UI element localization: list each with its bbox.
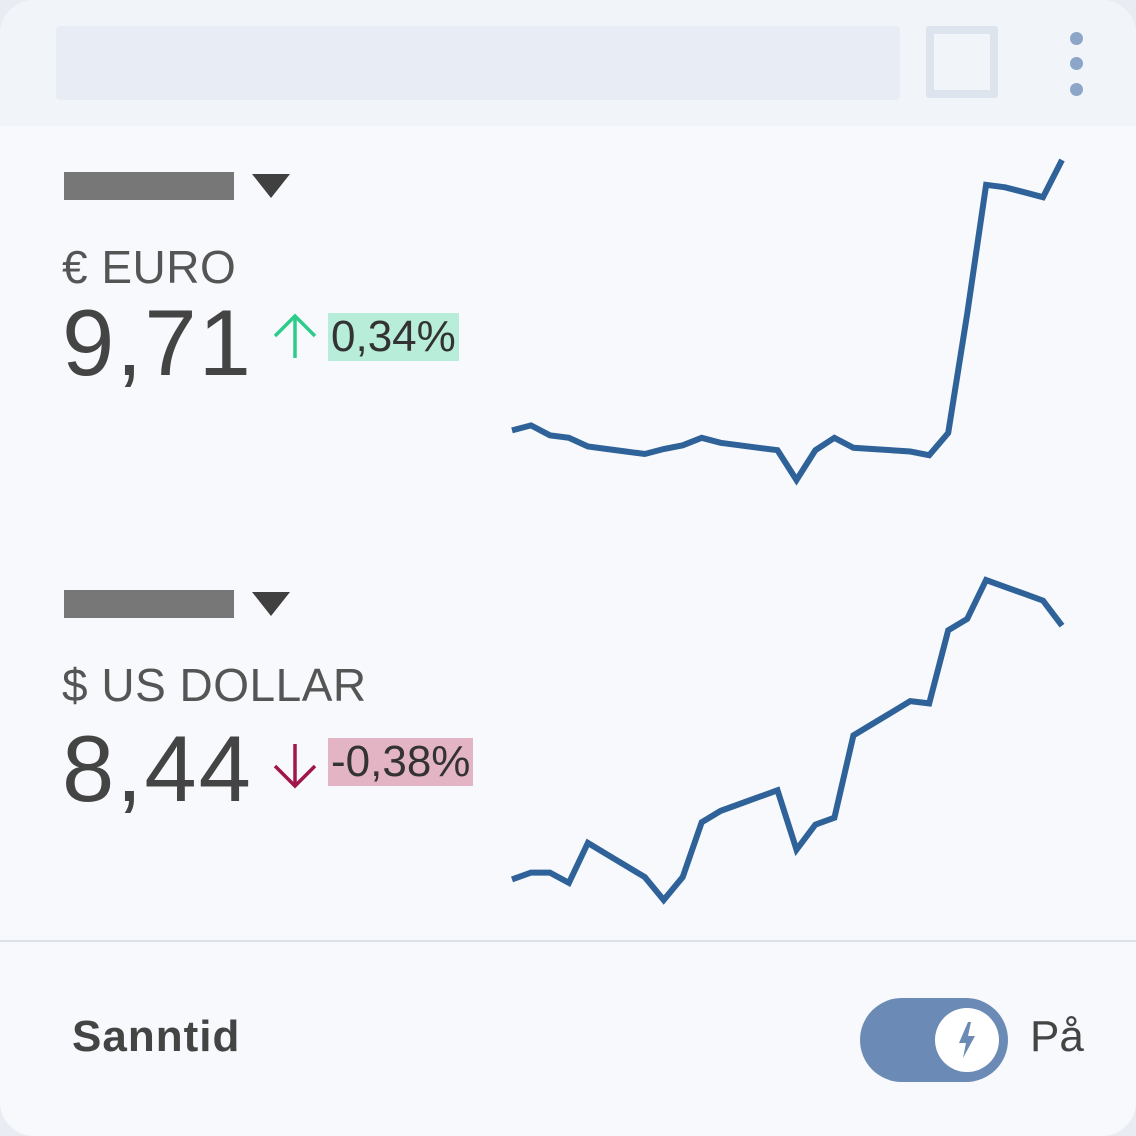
sparkline-euro [511, 158, 1065, 486]
sparkline-usd [510, 576, 1065, 905]
change-badge: -0,38% [328, 738, 474, 786]
toggle-knob-face [935, 1008, 999, 1072]
toggle-knob[interactable] [930, 1003, 1004, 1077]
menu-dot [1070, 32, 1083, 45]
more-vertical-icon[interactable] [1056, 28, 1096, 100]
widget-header [0, 0, 1136, 126]
caret-down-icon[interactable] [252, 174, 290, 198]
realtime-toggle[interactable] [860, 998, 1008, 1082]
currency-name: $ US DOLLAR [62, 659, 367, 711]
currency-selector-placeholder[interactable] [64, 590, 234, 618]
currency-value: 8,44 [62, 716, 253, 821]
sparkline-series [510, 576, 1065, 905]
search-bar[interactable] [56, 26, 900, 100]
currency-name: € EURO [62, 241, 237, 293]
menu-dot [1070, 83, 1083, 96]
footer-divider [0, 940, 1136, 942]
arrow-down-icon [273, 744, 317, 789]
realtime-label: Sanntid [72, 1012, 241, 1061]
toggle-state-label: På [1030, 1012, 1084, 1061]
arrow-up-icon [273, 313, 317, 358]
lightning-bolt-icon [959, 1022, 975, 1058]
currency-widget: € EURO 9,71 0,34% $ US DOLLAR 8,44 -0,38… [0, 0, 1136, 1136]
square-button[interactable] [926, 26, 998, 98]
currency-value: 9,71 [62, 290, 253, 395]
currency-selector-placeholder[interactable] [64, 172, 234, 200]
sparkline-series [511, 158, 1065, 486]
menu-dot [1070, 57, 1083, 70]
caret-down-icon[interactable] [252, 592, 290, 616]
change-badge: 0,34% [328, 313, 459, 361]
